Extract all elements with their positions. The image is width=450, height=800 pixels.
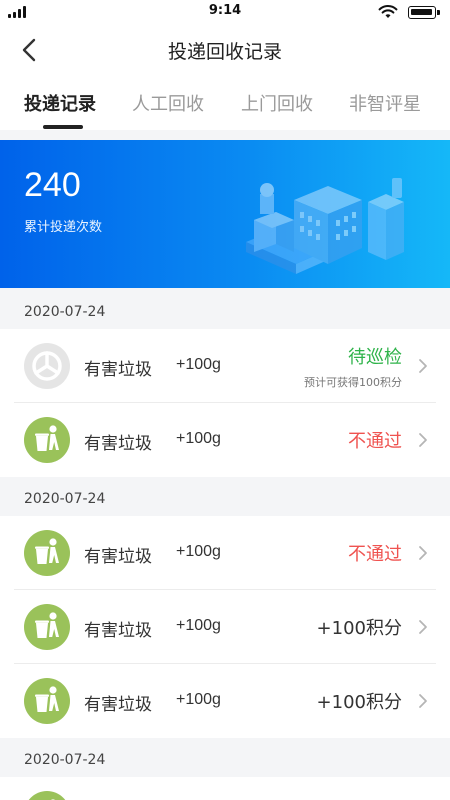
record-row[interactable] [0,777,450,800]
tab-bar: 投递记录 人工回收 上门回收 非智评星 [0,76,450,130]
points-earned: +100积分 [316,618,402,639]
city-buildings-illustration [246,178,404,274]
waste-type: 有害垃圾 [84,621,152,641]
waste-weight: +100g [176,691,221,708]
status-bar: 9:14 [0,0,450,24]
waste-type: 有害垃圾 [84,547,152,567]
trash-person-icon [24,791,70,800]
expected-points: 预计可获得100积分 [304,376,402,389]
summary-banner: 240 累计投递次数 [0,140,450,288]
nav-bar: 投递回收记录 [0,24,450,76]
tab-manual-recycle[interactable]: 人工回收 [132,90,204,116]
tab-non-smart-rating[interactable]: 非智评星 [349,90,421,116]
status-rejected: 不通过 [348,431,402,452]
record-row[interactable]: 有害垃圾 +100g 不通过 [0,516,450,590]
chevron-right-icon [419,694,427,708]
tab-door-recycle[interactable]: 上门回收 [241,90,313,116]
trash-person-icon [24,678,70,724]
waste-weight: +100g [176,430,221,447]
chevron-right-icon [419,359,427,373]
chevron-right-icon [419,546,427,560]
date-header: 2020-07-24 [0,293,450,329]
chevron-right-icon [419,433,427,447]
status-pending: 待巡检 [348,347,402,368]
date-header: 2020-07-24 [0,741,450,777]
page-title: 投递回收记录 [167,41,282,63]
points-earned: +100积分 [316,692,402,713]
waste-weight: +100g [176,617,221,634]
delivery-count-label: 累计投递次数 [24,220,103,235]
record-row[interactable]: 有害垃圾 +100g 不通过 [0,403,450,477]
waste-type: 有害垃圾 [84,360,152,380]
tab-delivery-records[interactable]: 投递记录 [24,90,96,116]
tab-active-indicator [43,125,83,129]
date-label: 2020-07-24 [24,304,106,320]
record-row[interactable]: 有害垃圾 +100g +100积分 [0,590,450,664]
delivery-count: 240 [24,166,81,204]
trash-person-icon [24,417,70,463]
date-header: 2020-07-24 [0,480,450,516]
record-row[interactable]: 有害垃圾 +100g +100积分 [0,664,450,738]
waste-type: 有害垃圾 [84,695,152,715]
trash-person-icon [24,530,70,576]
chevron-right-icon [419,620,427,634]
status-rejected: 不通过 [348,544,402,565]
trash-person-icon [24,604,70,650]
gray-recycle-icon [24,343,70,389]
waste-weight: +100g [176,356,221,373]
waste-type: 有害垃圾 [84,434,152,454]
date-label: 2020-07-24 [24,491,106,507]
record-row[interactable]: 有害垃圾 +100g 待巡检 预计可获得100积分 [0,329,450,403]
wifi-icon [378,5,398,18]
date-label: 2020-07-24 [24,752,106,768]
battery-icon [408,6,440,19]
waste-weight: +100g [176,543,221,560]
